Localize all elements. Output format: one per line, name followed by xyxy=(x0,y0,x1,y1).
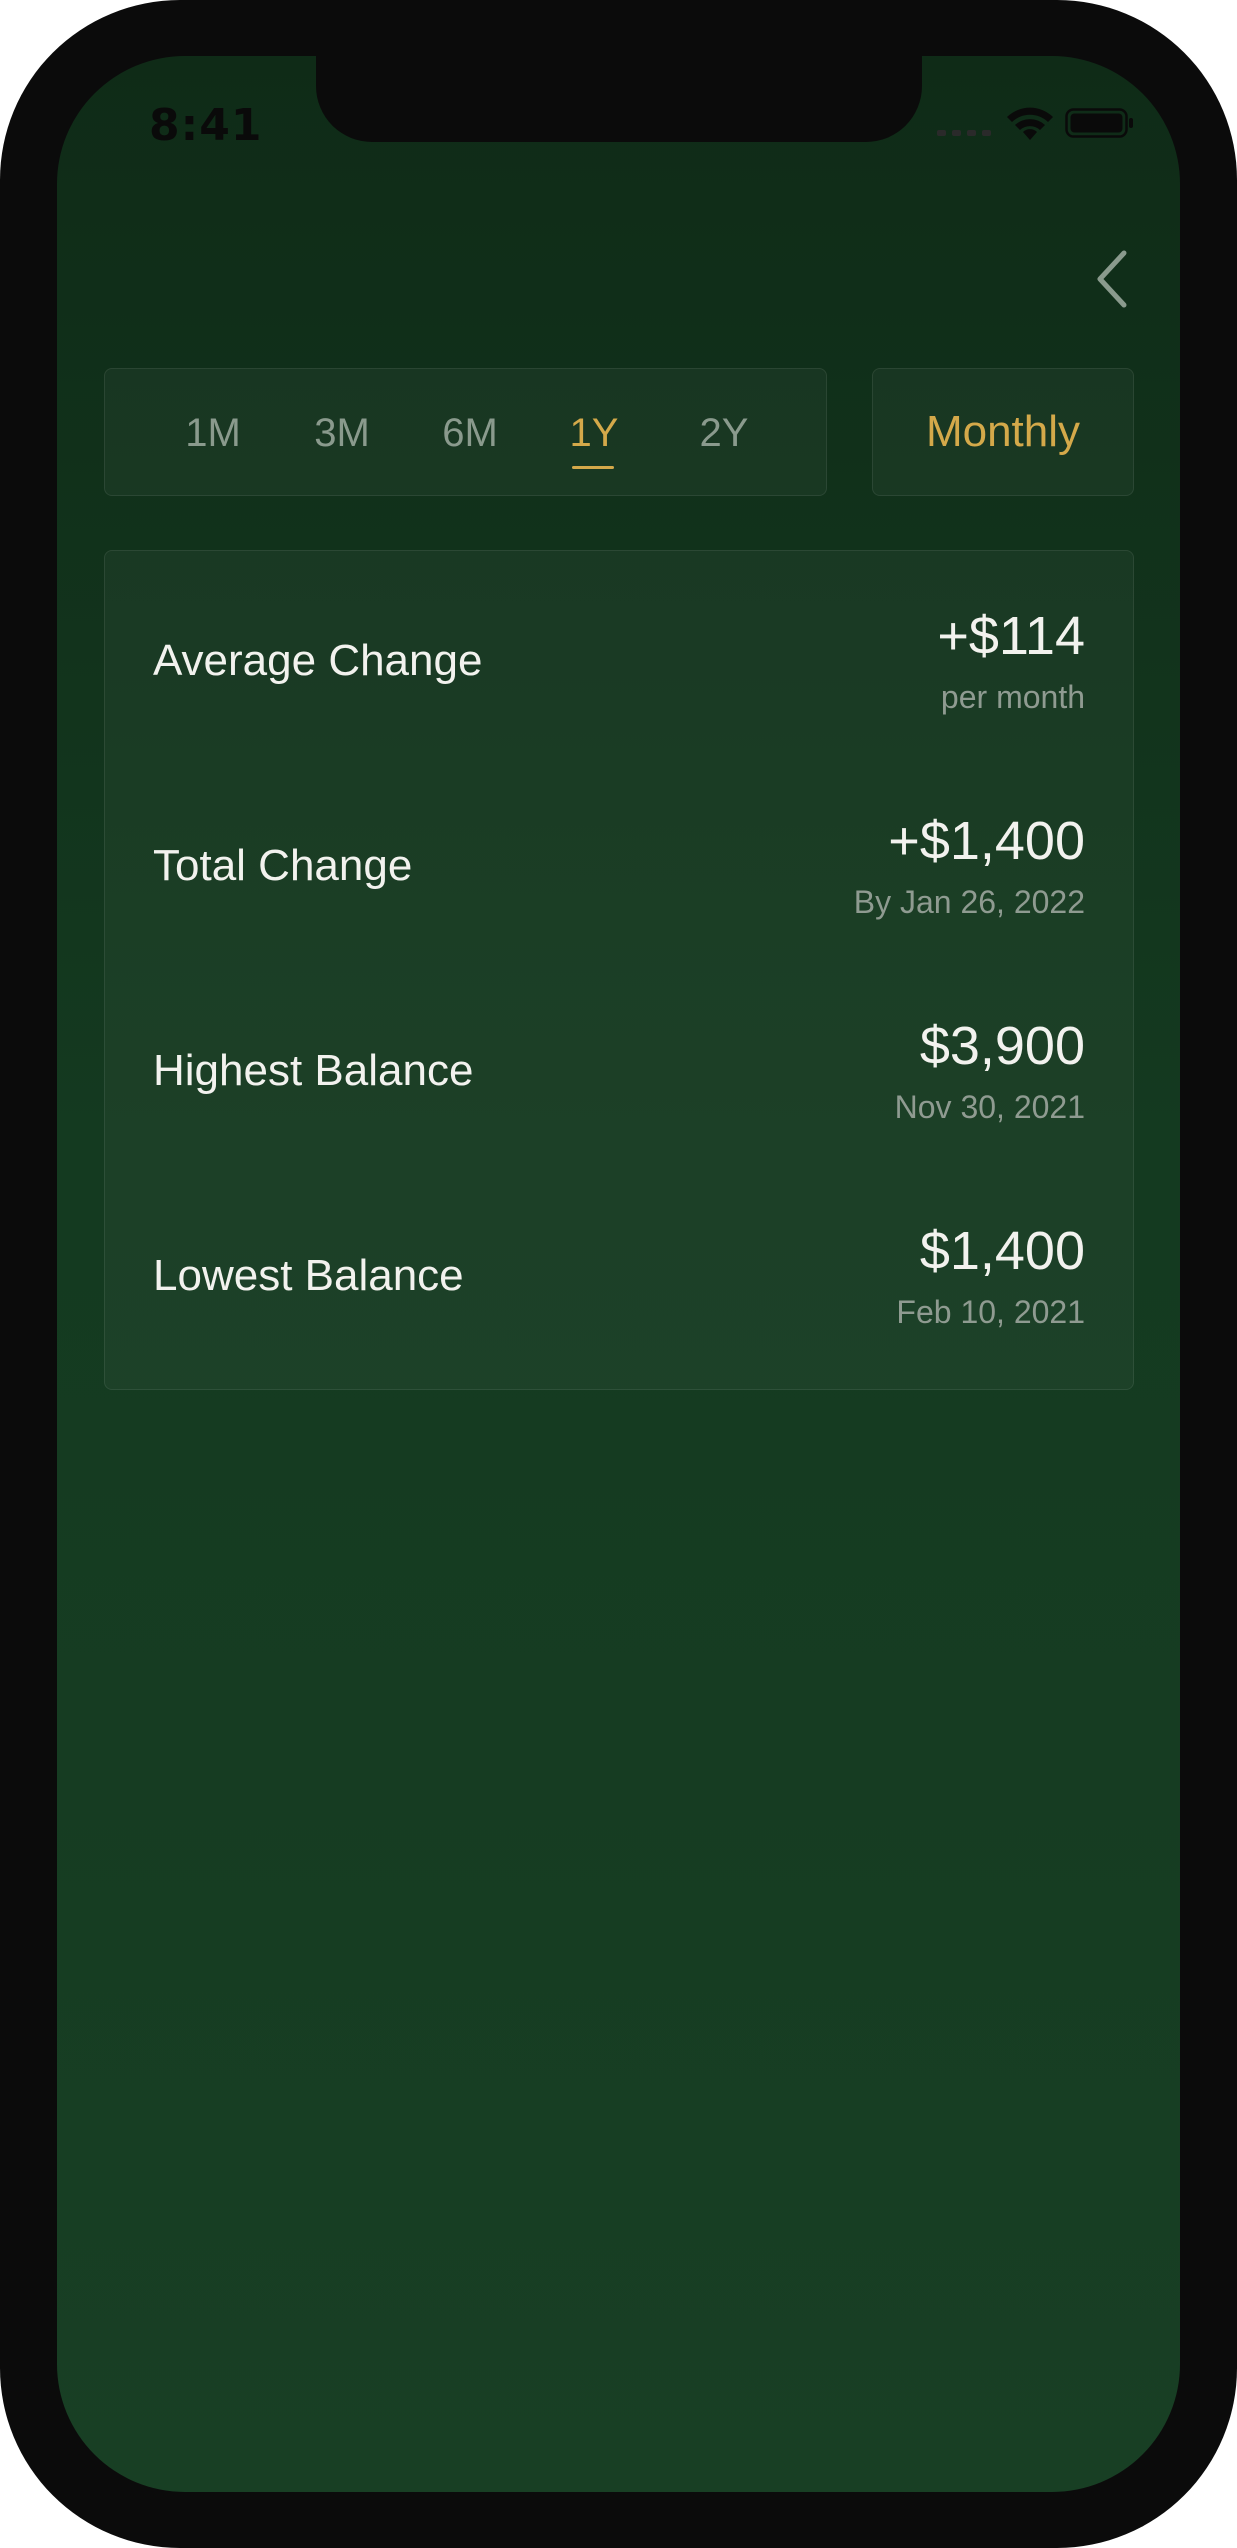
status-time: 8:41 xyxy=(149,100,263,151)
battery-icon xyxy=(1065,108,1133,138)
frequency-button[interactable]: Monthly xyxy=(872,368,1134,496)
stat-value: $1,400 xyxy=(919,1221,1085,1281)
tab-1m[interactable]: 1M xyxy=(158,369,268,497)
stat-value: +$1,400 xyxy=(888,811,1085,871)
stat-row-highest-balance: Highest Balance $3,900 Nov 30, 2021 xyxy=(105,961,1133,1166)
stat-row-total-change: Total Change +$1,400 By Jan 26, 2022 xyxy=(105,756,1133,961)
stat-label: Highest Balance xyxy=(153,1046,474,1095)
chevron-left-icon xyxy=(1097,250,1127,308)
stat-row-average-change: Average Change +$114 per month xyxy=(105,551,1133,756)
tab-3m[interactable]: 3M xyxy=(287,369,397,497)
stat-subtext: By Jan 26, 2022 xyxy=(853,884,1085,920)
back-button[interactable] xyxy=(1082,234,1142,324)
stat-subtext: per month xyxy=(940,679,1085,715)
stat-subtext: Feb 10, 2021 xyxy=(896,1294,1085,1330)
stat-row-lowest-balance: Lowest Balance $1,400 Feb 10, 2021 xyxy=(105,1166,1133,1371)
tab-1y[interactable]: 1Y xyxy=(539,369,649,497)
stats-card: Average Change +$114 per month Total Cha… xyxy=(104,550,1134,1390)
stat-label: Total Change xyxy=(153,841,413,890)
cellular-signal-icon xyxy=(937,128,993,138)
app-screen: 8:41 1M 3M 6M 1Y 2Y Monthly Average Chan… xyxy=(57,56,1180,2492)
device-notch xyxy=(316,56,922,142)
stat-value: $3,900 xyxy=(919,1016,1085,1076)
tab-2y[interactable]: 2Y xyxy=(669,369,779,497)
period-selector: 1M 3M 6M 1Y 2Y xyxy=(104,368,827,496)
stat-value: +$114 xyxy=(937,606,1085,666)
wifi-icon xyxy=(1007,107,1053,140)
active-tab-indicator xyxy=(572,466,614,469)
tab-6m[interactable]: 6M xyxy=(415,369,525,497)
stat-subtext: Nov 30, 2021 xyxy=(894,1089,1085,1125)
stat-label: Lowest Balance xyxy=(153,1251,464,1300)
stat-label: Average Change xyxy=(153,636,483,685)
